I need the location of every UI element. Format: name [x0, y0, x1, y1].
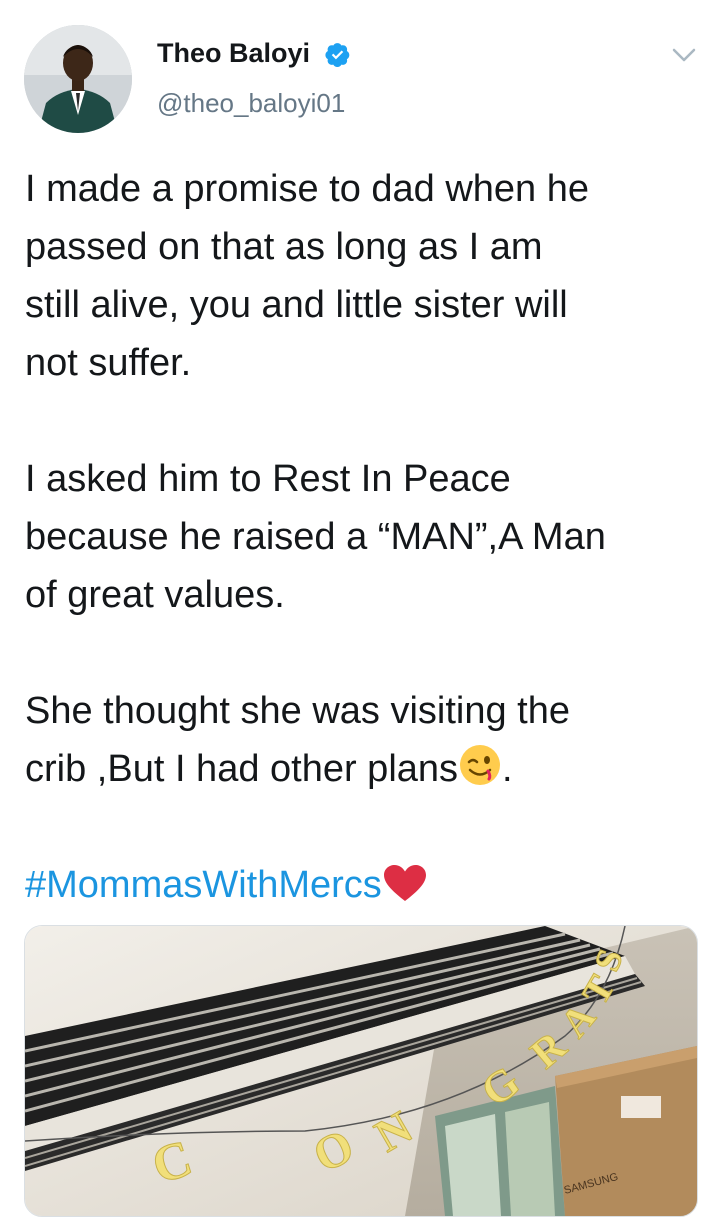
verified-badge-icon — [325, 43, 350, 68]
tweet-line: because he raised a “MAN”,A Man — [25, 516, 606, 558]
tweet-line: I asked him to Rest In Peace — [25, 458, 511, 500]
author-display-name[interactable]: Theo Baloyi — [157, 38, 310, 69]
author-handle[interactable]: @theo_baloyi01 — [157, 88, 345, 119]
congrats-room-photo: SAMSUNG C O N G R A T S — [25, 926, 697, 1216]
red-heart-emoji-icon — [383, 865, 426, 901]
chevron-down-icon[interactable] — [670, 45, 698, 65]
hashtag-line: #MommasWithMercs — [25, 856, 705, 914]
hashtag-link[interactable]: #MommasWithMercs — [25, 864, 382, 906]
tweet-media-image[interactable]: SAMSUNG C O N G R A T S — [24, 925, 698, 1217]
tweet-line: I made a promise to dad when he — [25, 168, 590, 210]
tweet-text: I made a promise to dad when he passed o… — [25, 160, 705, 914]
tweet-line: still alive, you and little sister will — [25, 284, 568, 326]
tweet-period: . — [502, 748, 513, 790]
tweet-line: She thought she was visiting the — [25, 690, 571, 732]
winking-face-emoji-icon — [460, 745, 501, 785]
tweet-line: not suffer. — [25, 342, 192, 384]
avatar[interactable] — [24, 25, 132, 133]
tweet-line: passed on that as long as I am — [25, 226, 543, 268]
profile-photo-icon — [24, 25, 132, 133]
tweet-line: crib ,But I had other plans — [25, 748, 459, 790]
tweet-line: of great values. — [25, 574, 285, 616]
tweet-line-with-emoji: crib ,But I had other plans . — [25, 740, 705, 798]
